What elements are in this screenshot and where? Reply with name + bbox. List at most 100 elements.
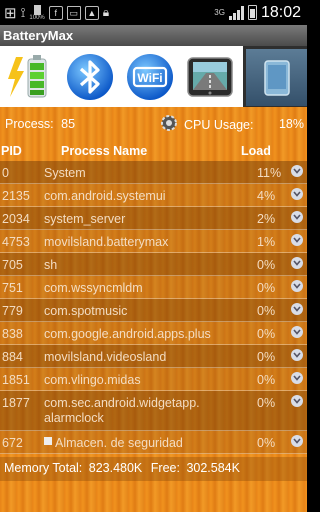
row-process-name: system_server — [44, 212, 254, 227]
row-process-name-text: movilsland.videosland — [44, 350, 167, 364]
network-type-label: 3G — [214, 7, 225, 17]
row-process-name-text: com.google.android.apps.plus — [44, 327, 211, 341]
screen: ⊞ ⟟ 100% f ▭ ▲ 🔒︎ 3G 18:02 BatteryMax Wi… — [0, 0, 307, 512]
message-icon: ▭ — [66, 5, 81, 20]
expand-chevron-icon[interactable] — [291, 303, 303, 315]
table-row[interactable]: 1877 com.sec.android.widgetapp. alarmclock… — [0, 391, 307, 431]
gear-icon — [161, 115, 177, 131]
row-process-name: movilsland.videosland — [44, 350, 254, 365]
row-process-name-text: com.android.systemui — [44, 189, 166, 203]
gps-icon — [187, 56, 233, 97]
row-process-name-text: Almacen. de seguridad — [55, 436, 183, 450]
table-row[interactable]: 0 System 11% — [0, 161, 307, 184]
status-bar: ⊞ ⟟ 100% f ▭ ▲ 🔒︎ 3G 18:02 — [0, 0, 307, 25]
table-row[interactable]: 779 com.spotmusic 0% — [0, 299, 307, 322]
table-row[interactable]: 2135 com.android.systemui 4% — [0, 184, 307, 207]
process-list: 0 System 11% 2135 com.android.systemui 4% 2034… — [0, 161, 307, 454]
row-process-name-text: com.vlingo.midas — [44, 373, 141, 387]
table-row[interactable]: 672 Almacen. de seguridad 0% — [0, 431, 307, 454]
expand-chevron-icon[interactable] — [291, 435, 303, 447]
expand-chevron-icon[interactable] — [291, 188, 303, 200]
cpu-value: 18% — [278, 117, 304, 131]
row-load: 1% — [257, 235, 276, 249]
memory-total-value: 823.480K — [88, 461, 143, 475]
image-icon: ▲ — [84, 5, 99, 20]
row-process-name: movilsland.batterymax — [44, 235, 254, 250]
battery-full-icon: 100% — [29, 4, 45, 21]
row-load: 0% — [257, 281, 276, 295]
expand-chevron-icon[interactable] — [291, 165, 303, 177]
table-row[interactable]: 4753 movilsland.batterymax 1% — [0, 230, 307, 253]
row-load: 0% — [257, 258, 276, 272]
process-label: Process: — [5, 117, 54, 131]
table-row[interactable]: 705 sh 0% — [0, 253, 307, 276]
display-button[interactable] — [246, 49, 307, 106]
expand-chevron-icon[interactable] — [291, 372, 303, 384]
row-load: 4% — [257, 189, 276, 203]
row-process-name: Almacen. de seguridad — [44, 436, 254, 451]
process-panel: Process: 85 CPU Usage: 18% PID Process N… — [0, 107, 307, 512]
row-process-name: com.sec.android.widgetapp. alarmclock — [44, 396, 254, 426]
row-process-name: com.google.android.apps.plus — [44, 327, 254, 342]
signal-icon — [228, 5, 244, 20]
wifi-icon: WiFi — [127, 53, 173, 100]
row-process-name-text: movilsland.batterymax — [44, 235, 169, 249]
stats-bar: Process: 85 CPU Usage: 18% — [0, 107, 307, 141]
expand-chevron-icon[interactable] — [291, 349, 303, 361]
wifi-button[interactable]: WiFi — [120, 47, 180, 107]
cpu-label: CPU Usage: — [184, 118, 254, 132]
row-load: 0% — [257, 396, 276, 410]
add-icon: ⊞ — [4, 4, 17, 22]
expand-chevron-icon[interactable] — [291, 257, 303, 269]
expand-chevron-icon[interactable] — [291, 211, 303, 223]
clock: 18:02 — [260, 3, 301, 21]
row-pid: 2034 — [2, 212, 30, 226]
row-load: 0% — [257, 350, 276, 364]
display-icon — [263, 59, 290, 96]
bluetooth-icon — [67, 53, 113, 100]
battery-percent-label: 100% — [29, 14, 45, 21]
row-load: 0% — [257, 436, 276, 450]
gps-button[interactable] — [180, 47, 240, 107]
expand-chevron-icon[interactable] — [291, 280, 303, 292]
expand-chevron-icon[interactable] — [291, 395, 303, 407]
table-row[interactable]: 1851 com.vlingo.midas 0% — [0, 368, 307, 391]
battery-button[interactable] — [0, 47, 60, 107]
row-process-name: com.vlingo.midas — [44, 373, 254, 388]
row-process-name: com.spotmusic — [44, 304, 254, 319]
row-process-name-text: com.spotmusic — [44, 304, 128, 318]
table-row[interactable]: 884 movilsland.videosland 0% — [0, 345, 307, 368]
header-load: Load — [241, 144, 271, 158]
row-process-name: com.wssyncmldm — [44, 281, 254, 296]
row-process-name: System — [44, 166, 254, 181]
table-row[interactable]: 2034 system_server 2% — [0, 207, 307, 230]
bluetooth-button[interactable] — [60, 47, 120, 107]
expand-chevron-icon[interactable] — [291, 326, 303, 338]
row-process-name-text: com.sec.android.widgetapp. — [44, 396, 200, 410]
wifi-label: WiFi — [137, 71, 162, 85]
usb-icon: ⟟ — [20, 4, 26, 20]
row-pid: 884 — [2, 350, 23, 364]
memory-footer: Memory Total: 823.480K Free: 302.584K — [0, 457, 307, 481]
expand-chevron-icon[interactable] — [291, 234, 303, 246]
free-value: 302.584K — [186, 461, 240, 475]
row-load: 11% — [257, 166, 282, 180]
row-load: 0% — [257, 304, 276, 318]
row-pid: 2135 — [2, 189, 30, 203]
app-icon — [44, 437, 52, 445]
row-pid: 0 — [2, 166, 9, 180]
table-row[interactable]: 751 com.wssyncmldm 0% — [0, 276, 307, 299]
header-pid: PID — [1, 144, 22, 158]
row-process-name-cont: alarmclock — [44, 411, 104, 425]
free-label: Free: — [150, 461, 180, 475]
row-pid: 1877 — [2, 396, 30, 410]
app-title: BatteryMax — [0, 25, 307, 46]
battery-icon — [8, 54, 47, 97]
notification-f-icon: f — [48, 5, 63, 20]
process-count: Process: 85 — [5, 117, 75, 131]
row-pid: 838 — [2, 327, 23, 341]
row-process-name: com.android.systemui — [44, 189, 254, 204]
header-process-name: Process Name — [61, 144, 148, 158]
memory-total-label: Memory Total: — [4, 461, 83, 475]
table-row[interactable]: 838 com.google.android.apps.plus 0% — [0, 322, 307, 345]
